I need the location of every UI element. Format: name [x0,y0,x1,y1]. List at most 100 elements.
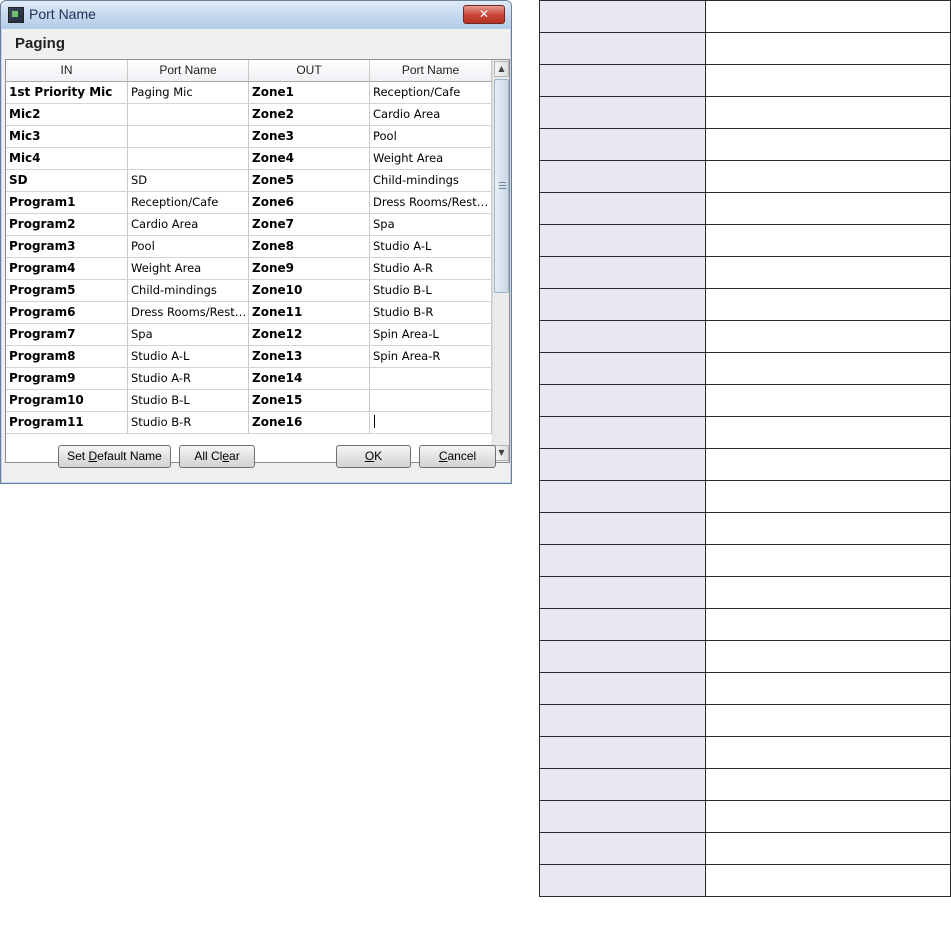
out-port-name-cell[interactable]: Child-mindings [370,170,492,192]
in-cell[interactable]: Program6 [6,302,128,324]
in-port-name-cell[interactable]: Weight Area [128,258,249,280]
out-cell[interactable]: Zone2 [249,104,370,126]
in-port-name-cell[interactable]: Studio B-R [128,412,249,434]
out-cell[interactable]: Zone14 [249,368,370,390]
in-cell[interactable]: Mic2 [6,104,128,126]
out-port-name-cell[interactable]: Studio A-R [370,258,492,280]
blank-value-cell [705,704,951,737]
vertical-scrollbar[interactable]: ▲ ▼ [492,60,509,462]
in-cell[interactable]: 1st Priority Mic [6,82,128,104]
in-port-name-cell[interactable]: Dress Rooms/Rest ... [128,302,249,324]
in-port-name-cell[interactable]: Pool [128,236,249,258]
in-port-name-cell[interactable]: SD [128,170,249,192]
button-label: Set [67,449,89,463]
column-header-in-port-name[interactable]: Port Name [128,60,249,82]
in-cell[interactable]: Program4 [6,258,128,280]
out-port-name-cell[interactable]: Spa [370,214,492,236]
table-row: Mic3 Zone3 Pool [6,126,492,148]
out-port-name-cell[interactable]: Studio B-L [370,280,492,302]
in-port-name-cell[interactable]: Studio B-L [128,390,249,412]
out-port-name-cell[interactable]: Studio B-R [370,302,492,324]
out-cell[interactable]: Zone5 [249,170,370,192]
in-cell[interactable]: SD [6,170,128,192]
in-cell[interactable]: Mic4 [6,148,128,170]
in-port-name-cell[interactable]: Studio A-R [128,368,249,390]
cancel-button[interactable]: Cancel [419,445,496,468]
out-cell[interactable]: Zone11 [249,302,370,324]
in-cell[interactable]: Program11 [6,412,128,434]
out-port-name-cell[interactable]: Cardio Area [370,104,492,126]
in-cell[interactable]: Program5 [6,280,128,302]
blank-key-cell [539,512,706,545]
blank-key-cell [539,704,706,737]
blank-value-cell [705,384,951,417]
out-port-name-cell[interactable]: Spin Area-L [370,324,492,346]
in-port-name-cell[interactable]: Studio A-L [128,346,249,368]
out-cell[interactable]: Zone9 [249,258,370,280]
set-default-name-button[interactable]: Set Default Name [58,445,171,468]
out-cell[interactable]: Zone3 [249,126,370,148]
blank-value-cell [705,736,951,769]
scroll-thumb[interactable] [494,79,509,293]
in-port-name-cell[interactable] [128,104,249,126]
out-cell[interactable]: Zone15 [249,390,370,412]
out-port-name-cell[interactable]: Spin Area-R [370,346,492,368]
button-label: ar [229,449,240,463]
out-port-name-cell[interactable]: Pool [370,126,492,148]
blank-table-row [539,64,951,97]
column-header-in[interactable]: IN [6,60,128,82]
out-cell[interactable]: Zone10 [249,280,370,302]
ok-button[interactable]: OK [336,445,411,468]
scroll-down-icon[interactable]: ▼ [494,445,509,461]
out-cell[interactable]: Zone12 [249,324,370,346]
title-bar[interactable]: Port Name ✕ [1,1,511,29]
table-row: Program5 Child-mindings Zone10 Studio B-L [6,280,492,302]
out-port-name-cell[interactable] [370,368,492,390]
in-port-name-cell[interactable]: Spa [128,324,249,346]
in-cell[interactable]: Program10 [6,390,128,412]
all-clear-button[interactable]: All Clear [179,445,255,468]
grip-line [499,182,506,183]
close-button[interactable]: ✕ [463,5,505,24]
out-cell[interactable]: Zone1 [249,82,370,104]
grid-header: IN Port Name OUT Port Name [6,60,492,82]
table-row: Program3 Pool Zone8 Studio A-L [6,236,492,258]
in-cell[interactable]: Program8 [6,346,128,368]
port-name-dialog: Port Name ✕ Paging IN Port Name OUT Port… [0,0,512,484]
out-cell[interactable]: Zone13 [249,346,370,368]
out-port-name-cell[interactable]: Studio A-L [370,236,492,258]
out-cell[interactable]: Zone7 [249,214,370,236]
out-cell[interactable]: Zone8 [249,236,370,258]
in-port-name-cell[interactable] [128,126,249,148]
blank-value-cell [705,96,951,129]
out-cell[interactable]: Zone4 [249,148,370,170]
in-port-name-cell[interactable]: Reception/Cafe [128,192,249,214]
scroll-up-icon[interactable]: ▲ [494,61,509,77]
button-label: All Cl [194,449,223,463]
out-port-name-cell[interactable]: Weight Area [370,148,492,170]
column-header-out-port-name[interactable]: Port Name [370,60,492,82]
blank-value-cell [705,640,951,673]
out-cell[interactable]: Zone6 [249,192,370,214]
in-port-name-cell[interactable]: Child-mindings [128,280,249,302]
in-cell[interactable]: Program3 [6,236,128,258]
out-port-name-cell[interactable] [370,390,492,412]
out-port-name-cell[interactable]: Dress Rooms/Rest ... [370,192,492,214]
column-header-out[interactable]: OUT [249,60,370,82]
in-cell[interactable]: Program9 [6,368,128,390]
out-port-name-cell[interactable]: Reception/Cafe [370,82,492,104]
in-cell[interactable]: Mic3 [6,126,128,148]
in-cell[interactable]: Program2 [6,214,128,236]
blank-value-cell [705,864,951,897]
in-port-name-cell[interactable]: Paging Mic [128,82,249,104]
out-port-name-cell[interactable] [370,412,492,434]
in-cell[interactable]: Program1 [6,192,128,214]
in-port-name-cell[interactable]: Cardio Area [128,214,249,236]
in-cell[interactable]: Program7 [6,324,128,346]
blank-table-row [539,416,951,449]
blank-value-cell [705,0,951,33]
in-port-name-cell[interactable] [128,148,249,170]
blank-value-cell [705,160,951,193]
out-cell[interactable]: Zone16 [249,412,370,434]
button-label: efault Name [97,449,162,463]
